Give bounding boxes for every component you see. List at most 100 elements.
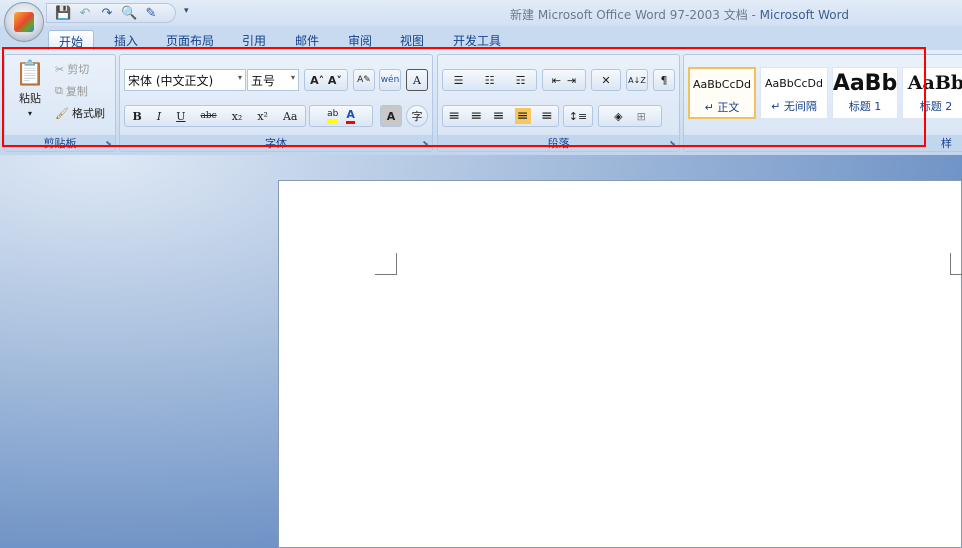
borders-button[interactable]: ⊞ bbox=[637, 110, 646, 123]
tab-mailings[interactable]: 邮件 bbox=[285, 30, 329, 50]
shading-button[interactable]: ◈ bbox=[614, 110, 622, 123]
ribbon: 📋 粘贴 ▾ ✂ 剪切 ⧉ 复制 🖌 格式刷 剪贴板 ⬊ 宋体 (中文正文) ▾ 五号 ▾… bbox=[0, 50, 962, 155]
paragraph-group: ☰ ☷ ☶ ⇤ ⇥ ✕ A↓Z ¶ ≡ ≡ ≡ ≡ ≡ ↕≡ ◈ ⊞ 段落 ⬊ bbox=[437, 54, 680, 152]
font-format-buttons: B I U abc x₂ x² Aa bbox=[124, 105, 306, 127]
font-group-label: 字体 bbox=[120, 135, 432, 151]
bullets-button[interactable]: ☰ bbox=[454, 74, 464, 87]
edit-icon[interactable]: ✎ bbox=[143, 6, 159, 21]
style-name: 标题 1 bbox=[848, 100, 882, 113]
save-icon[interactable]: 💾 bbox=[55, 6, 71, 21]
font-name-value: 宋体 (中文正文) bbox=[128, 74, 214, 88]
align-right-button[interactable]: ≡ bbox=[493, 108, 505, 124]
list-buttons: ☰ ☷ ☶ bbox=[442, 69, 537, 91]
format-painter-label: 格式刷 bbox=[71, 107, 105, 120]
shrink-font-icon[interactable]: A˅ bbox=[328, 74, 342, 87]
style-preview: AaBb bbox=[907, 72, 962, 94]
alignment-buttons: ≡ ≡ ≡ ≡ ≡ bbox=[442, 105, 559, 127]
styles-group: AaBbCcDd ↵ 正文 AaBbCcDd ↵ 无间隔 AaBb 标题 1 AaBb… bbox=[683, 54, 962, 152]
app-name: Microsoft Word bbox=[759, 8, 849, 22]
show-marks-button[interactable]: ¶ bbox=[653, 69, 675, 91]
paste-label: 粘贴 bbox=[19, 92, 41, 105]
enclose-characters-button[interactable]: 字 bbox=[406, 105, 428, 127]
style-heading-1[interactable]: AaBb 标题 1 bbox=[832, 67, 898, 119]
change-case-button[interactable]: Aa bbox=[283, 110, 298, 123]
sort-button[interactable]: A↓Z bbox=[626, 69, 648, 91]
redo-icon[interactable]: ↷ bbox=[99, 6, 115, 21]
style-normal[interactable]: AaBbCcDd ↵ 正文 bbox=[688, 67, 756, 119]
scissors-icon: ✂ bbox=[55, 62, 65, 76]
tab-insert[interactable]: 插入 bbox=[104, 30, 148, 50]
margin-corner-mark bbox=[375, 253, 397, 275]
margin-corner-mark bbox=[950, 253, 962, 275]
copy-label: 复制 bbox=[65, 85, 88, 98]
office-button[interactable] bbox=[4, 2, 44, 42]
decrease-indent-button[interactable]: ⇤ bbox=[552, 74, 561, 87]
bold-button[interactable]: B bbox=[133, 110, 142, 123]
numbering-button[interactable]: ☷ bbox=[485, 74, 495, 87]
justify-button[interactable]: ≡ bbox=[514, 108, 531, 124]
customize-qat-icon[interactable]: ▾ bbox=[184, 6, 189, 16]
tab-developer[interactable]: 开发工具 bbox=[443, 30, 511, 50]
print-preview-icon[interactable]: 🔍 bbox=[121, 6, 137, 21]
align-center-button[interactable]: ≡ bbox=[470, 108, 482, 124]
grow-font-icon[interactable]: A˄ bbox=[310, 74, 324, 87]
tab-view[interactable]: 视图 bbox=[390, 30, 434, 50]
phonetic-guide-button[interactable]: wén bbox=[379, 69, 401, 91]
style-no-spacing[interactable]: AaBbCcDd ↵ 无间隔 bbox=[760, 67, 828, 119]
chinese-layout-button[interactable]: ✕ bbox=[591, 69, 621, 91]
quick-access-toolbar: 💾 ↶ ↷ 🔍 ✎ bbox=[46, 3, 176, 23]
document-title: 新建 Microsoft Office Word 97-2003 文档 bbox=[510, 8, 748, 22]
increase-indent-button[interactable]: ⇥ bbox=[567, 74, 576, 87]
paste-icon: 📋 bbox=[15, 59, 45, 87]
underline-button[interactable]: U bbox=[176, 110, 185, 123]
tab-review[interactable]: 审阅 bbox=[338, 30, 382, 50]
font-name-combo[interactable]: 宋体 (中文正文) ▾ bbox=[124, 69, 246, 91]
strikethrough-button[interactable]: abc bbox=[201, 111, 217, 121]
highlight-button[interactable]: ab bbox=[327, 109, 339, 123]
tab-page-layout[interactable]: 页面布局 bbox=[156, 30, 224, 50]
highlight-color-buttons: ab A bbox=[309, 105, 373, 127]
superscript-button[interactable]: x² bbox=[257, 110, 268, 123]
style-name: 标题 2 bbox=[919, 100, 953, 113]
cut-button[interactable]: ✂ 剪切 bbox=[55, 61, 89, 77]
dialog-launcher-icon[interactable]: ⬊ bbox=[105, 139, 112, 148]
tab-home[interactable]: 开始 bbox=[48, 30, 95, 50]
shading-borders-buttons: ◈ ⊞ bbox=[598, 105, 662, 127]
subscript-button[interactable]: x₂ bbox=[232, 110, 243, 123]
clear-format-button[interactable]: A✎ bbox=[353, 69, 375, 91]
office-logo-icon bbox=[14, 12, 34, 32]
character-shading-button[interactable]: A bbox=[380, 105, 402, 127]
font-size-combo[interactable]: 五号 ▾ bbox=[247, 69, 299, 91]
style-heading-2[interactable]: AaBb 标题 2 bbox=[902, 67, 962, 119]
undo-icon[interactable]: ↶ bbox=[77, 6, 93, 21]
line-spacing-button[interactable]: ↕≡ bbox=[563, 105, 593, 127]
grow-shrink-font-buttons[interactable]: A˄ A˅ bbox=[304, 69, 348, 91]
window-title: 新建 Microsoft Office Word 97-2003 文档 - Mi… bbox=[510, 6, 849, 23]
copy-button[interactable]: ⧉ 复制 bbox=[55, 83, 88, 99]
cut-label: 剪切 bbox=[67, 63, 90, 76]
paragraph-group-label: 段落 bbox=[438, 135, 679, 151]
chevron-down-icon: ▾ bbox=[290, 73, 295, 82]
multilevel-list-button[interactable]: ☶ bbox=[516, 74, 526, 87]
font-group: 宋体 (中文正文) ▾ 五号 ▾ A˄ A˅ A✎ wén A B I U abc … bbox=[119, 54, 433, 152]
tab-references[interactable]: 引用 bbox=[232, 30, 276, 50]
font-size-value: 五号 bbox=[251, 74, 276, 88]
dialog-launcher-icon[interactable]: ⬊ bbox=[422, 139, 429, 148]
font-color-button[interactable]: A bbox=[346, 108, 355, 124]
paste-button[interactable]: 📋 粘贴 ▾ bbox=[11, 59, 49, 118]
format-painter-button[interactable]: 🖌 格式刷 bbox=[55, 105, 105, 121]
style-name: ↵ 无间隔 bbox=[771, 100, 817, 113]
align-left-button[interactable]: ≡ bbox=[448, 108, 460, 124]
character-border-button[interactable]: A bbox=[406, 69, 428, 91]
dialog-launcher-icon[interactable]: ⬊ bbox=[669, 139, 676, 148]
copy-icon: ⧉ bbox=[55, 84, 63, 97]
styles-group-label: 样 bbox=[684, 135, 962, 151]
ribbon-tabs: 开始 插入 页面布局 引用 邮件 审阅 视图 开发工具 bbox=[0, 26, 962, 50]
style-preview: AaBbCcDd bbox=[765, 76, 823, 90]
document-page[interactable] bbox=[278, 180, 962, 548]
style-name: ↵ 正文 bbox=[704, 101, 740, 114]
distributed-button[interactable]: ≡ bbox=[541, 108, 553, 124]
italic-button[interactable]: I bbox=[157, 110, 161, 123]
indent-buttons: ⇤ ⇥ bbox=[542, 69, 586, 91]
title-separator: - bbox=[747, 8, 760, 22]
